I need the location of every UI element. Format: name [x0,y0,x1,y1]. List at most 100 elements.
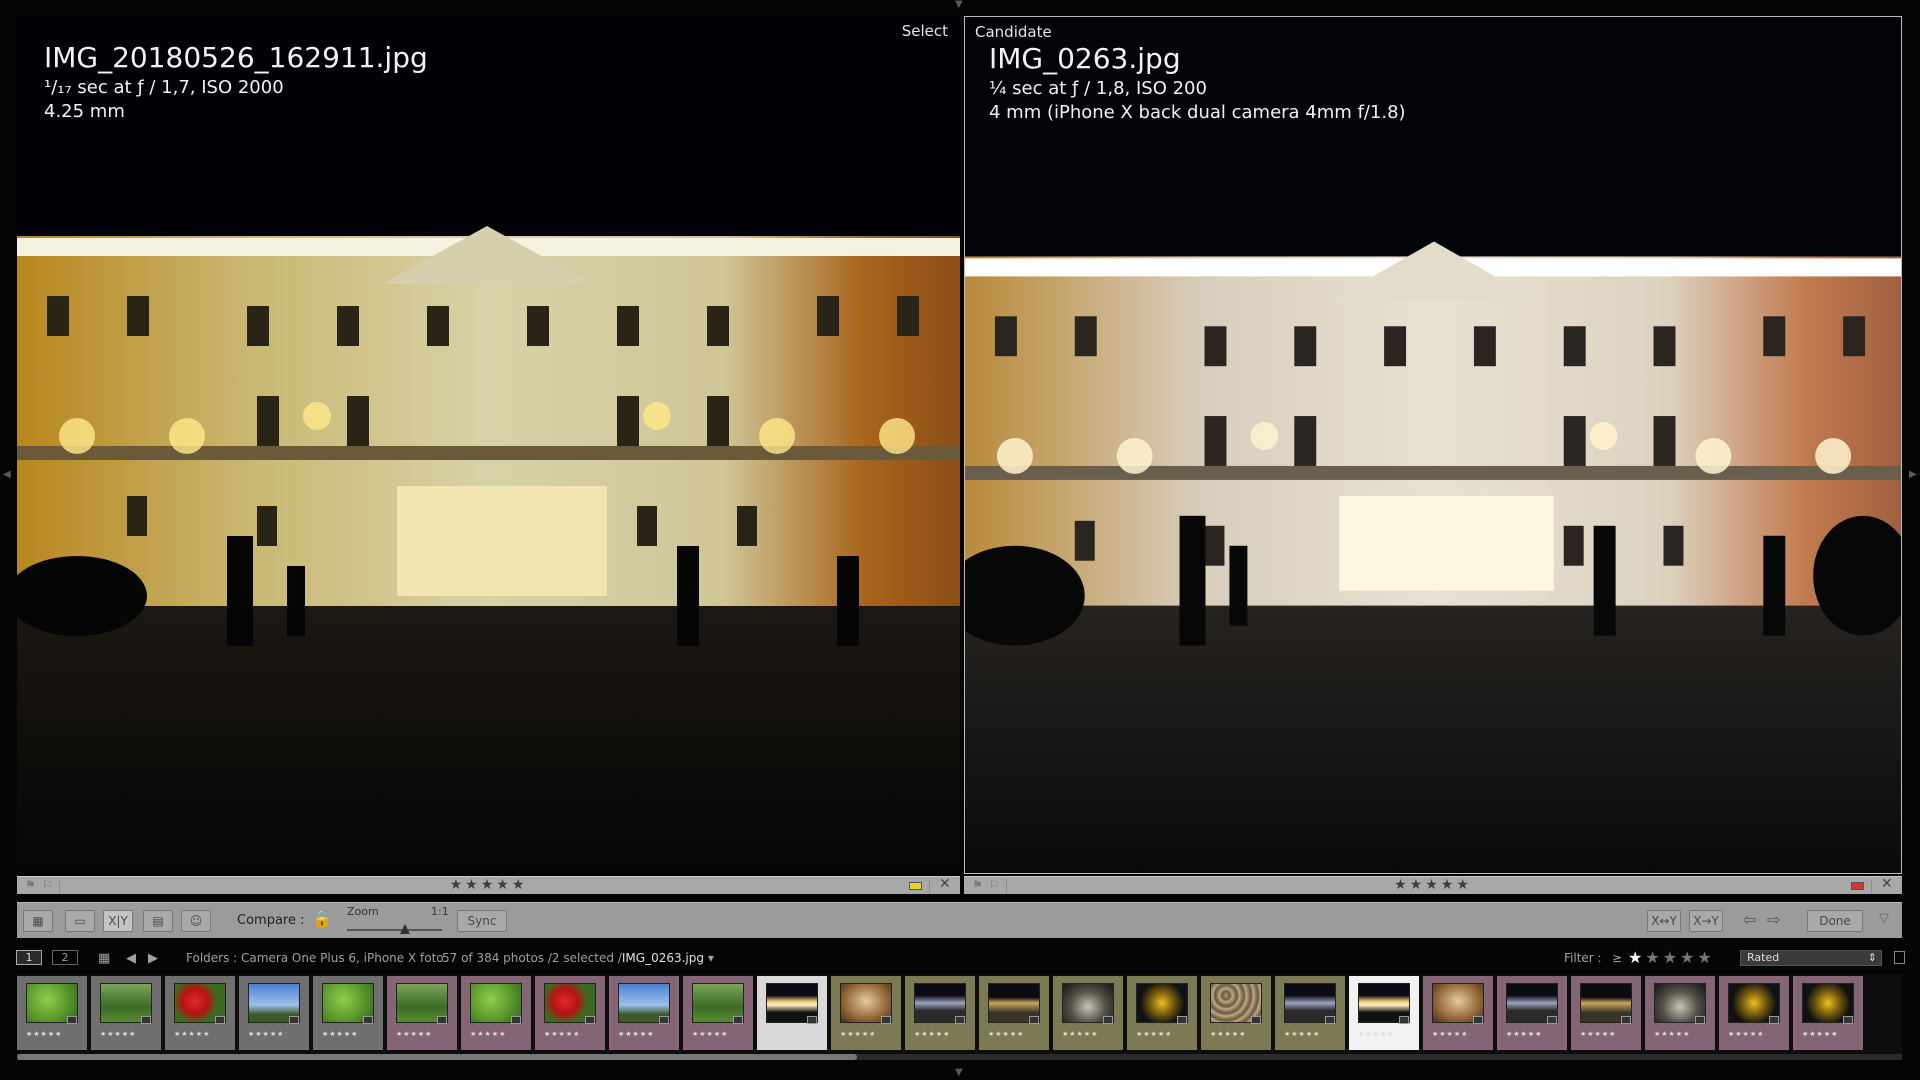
select-color-label[interactable] [909,882,922,890]
filmstrip-cell[interactable]: ★★★★★ [1645,976,1715,1050]
swap-button[interactable]: X↔Y [1647,910,1681,932]
filmstrip-cell[interactable]: ★★★★★ [535,976,605,1050]
candidate-photo-pane[interactable]: Candidate IMG_0263.jpg ¼ sec at ƒ / 1,8,… [964,16,1902,874]
top-panel-toggle-icon[interactable]: ▼ [955,0,963,10]
filmstrip-cell[interactable]: ★★★★★ [757,976,827,1050]
back-arrow-icon[interactable]: ◀ [126,951,136,966]
candidate-flag-icons[interactable]: ⚑⚐ [972,878,1006,892]
filmstrip-cell[interactable]: ★★★★★ [1719,976,1789,1050]
compare-toolbar: ▦ ▭ X|Y ▤ ☺ Compare : 🔒 Zoom 1:1 Sync X↔… [17,902,1902,938]
photo-count[interactable]: 57 of 384 photos /2 selected /IMG_0263.j… [442,951,714,965]
filmstrip-cell[interactable]: ★★★★★ [1423,976,1493,1050]
left-panel-toggle-icon[interactable]: ◀ [3,470,11,480]
monitor-2-button[interactable]: 2 [52,950,78,965]
filmstrip-cell[interactable]: ★★★★★ [91,976,161,1050]
filmstrip-nav-bar: 1 2 ▦ ◀ ▶ Folders : Camera One Plus 6, i… [0,947,1920,969]
candidate-info-bar: ⚑⚐ ★★★★★ ✕ [964,876,1902,894]
grid-view-icon[interactable]: ▦ [23,910,53,932]
edit-badge-icon [733,1016,743,1024]
survey-view-icon[interactable]: ▤ [143,910,173,932]
compare-label: Compare : [237,913,305,928]
thumbnail-rating-stars: ★★★★★ [248,1030,285,1038]
edit-badge-icon [1843,1016,1853,1024]
separator [1871,879,1872,893]
filmstrip-cell[interactable]: ★★★★★ [1127,976,1197,1050]
filmstrip-cell[interactable]: ★★★★★ [313,976,383,1050]
filter-lock-icon[interactable] [1894,951,1905,964]
toolbar-options-chevron-icon[interactable]: ▽ [1879,911,1889,926]
grid-icon[interactable]: ▦ [98,951,110,966]
filmstrip-cell[interactable]: ★★★★★ [1349,976,1419,1050]
edit-badge-icon [807,1016,817,1024]
edit-badge-icon [215,1016,225,1024]
thumbnail-rating-stars: ★★★★★ [100,1030,137,1038]
filmstrip-cell[interactable]: ★★★★★ [905,976,975,1050]
filmstrip-cell[interactable]: ★★★★★ [1201,976,1271,1050]
previous-arrow-icon[interactable]: ⇦ [1743,910,1756,929]
candidate-close-icon[interactable]: ✕ [1881,876,1893,892]
right-panel-toggle-icon[interactable]: ▶ [1909,470,1917,480]
thumbnail-rating-stars: ★★★★★ [1136,1030,1173,1038]
thumbnail-rating-stars: ★★★★★ [1062,1030,1099,1038]
filmstrip-cell[interactable]: ★★★★★ [1053,976,1123,1050]
thumbnail-rating-stars: ★★★★★ [692,1030,729,1038]
select-flag-icons[interactable]: ⚑⚐ [25,878,59,892]
filmstrip-scroll-thumb[interactable] [17,1054,857,1060]
candidate-tag: Candidate [975,23,1052,41]
forward-arrow-icon[interactable]: ▶ [148,951,158,966]
edit-badge-icon [1029,1016,1039,1024]
separator [1006,879,1007,893]
edit-badge-icon [585,1016,595,1024]
thumbnail-rating-stars: ★★★★★ [1802,1030,1839,1038]
candidate-rating-stars[interactable]: ★★★★★ [1394,877,1472,893]
filter-label: Filter : [1564,951,1602,965]
filter-dropdown[interactable]: Rated ⇕ [1740,950,1882,966]
sync-button[interactable]: Sync [457,910,507,932]
edit-badge-icon [1399,1016,1409,1024]
filmstrip-cell[interactable]: ★★★★★ [165,976,235,1050]
people-view-icon[interactable]: ☺ [181,910,211,932]
loupe-view-icon[interactable]: ▭ [65,910,95,932]
make-select-button[interactable]: X→Y [1689,910,1723,932]
candidate-color-label[interactable] [1851,882,1864,890]
next-arrow-icon[interactable]: ⇨ [1767,910,1780,929]
select-photo-pane[interactable]: Select IMG_20180526_162911.jpg ¹/₁₇ sec … [17,16,960,874]
filmstrip-cell[interactable]: ★★★★★ [683,976,753,1050]
lock-icon[interactable]: 🔒 [312,909,332,928]
filter-operator[interactable]: ≥ [1612,951,1622,965]
filmstrip-cell[interactable]: ★★★★★ [1571,976,1641,1050]
filmstrip-scrollbar[interactable] [17,1054,1902,1060]
filmstrip-cell[interactable]: ★★★★★ [609,976,679,1050]
filmstrip-cell[interactable]: ★★★★★ [17,976,87,1050]
filter-rating-stars[interactable]: ★★★★★ [1628,948,1715,967]
edit-badge-icon [511,1016,521,1024]
thumbnail-rating-stars: ★★★★★ [322,1030,359,1038]
monitor-1-button[interactable]: 1 [16,950,42,965]
filmstrip[interactable]: ★★★★★ ★★★★★ ★★★★★ ★★★★★ ★★★★★ ★★★★★ ★★★★★ ★★★★★… [17,974,1902,1054]
thumbnail-rating-stars: ★★★★★ [174,1030,211,1038]
select-close-icon[interactable]: ✕ [939,876,951,892]
done-button[interactable]: Done [1807,910,1863,932]
compare-view-icon[interactable]: X|Y [103,910,133,932]
filmstrip-cell[interactable]: ★★★★★ [1275,976,1345,1050]
filmstrip-cell[interactable]: ★★★★★ [239,976,309,1050]
select-rating-stars[interactable]: ★★★★★ [450,877,528,893]
folder-breadcrumb[interactable]: Folders : Camera One Plus 6, iPhone X fo… [186,951,444,965]
filmstrip-cell[interactable]: ★★★★★ [1793,976,1863,1050]
photo-count-text: 57 of 384 photos /2 selected / [442,951,622,965]
thumbnail-rating-stars: ★★★★★ [1284,1030,1321,1038]
zoom-slider-track[interactable] [347,929,442,931]
select-tag: Select [901,22,948,40]
filmstrip-cell[interactable]: ★★★★★ [1497,976,1567,1050]
edit-badge-icon [1547,1016,1557,1024]
edit-badge-icon [1251,1016,1261,1024]
bottom-panel-toggle-icon[interactable]: ▼ [955,1068,963,1078]
edit-badge-icon [437,1016,447,1024]
filmstrip-cell[interactable]: ★★★★★ [979,976,1049,1050]
zoom-slider-thumb[interactable] [400,924,410,934]
compare-view-window: ▼ ◀ ▶ Select IMG_20180526_162911.jpg ¹/₁… [0,0,1920,1080]
filmstrip-cell[interactable]: ★★★★★ [461,976,531,1050]
filmstrip-cell[interactable]: ★★★★★ [831,976,901,1050]
separator [929,879,930,893]
filmstrip-cell[interactable]: ★★★★★ [387,976,457,1050]
